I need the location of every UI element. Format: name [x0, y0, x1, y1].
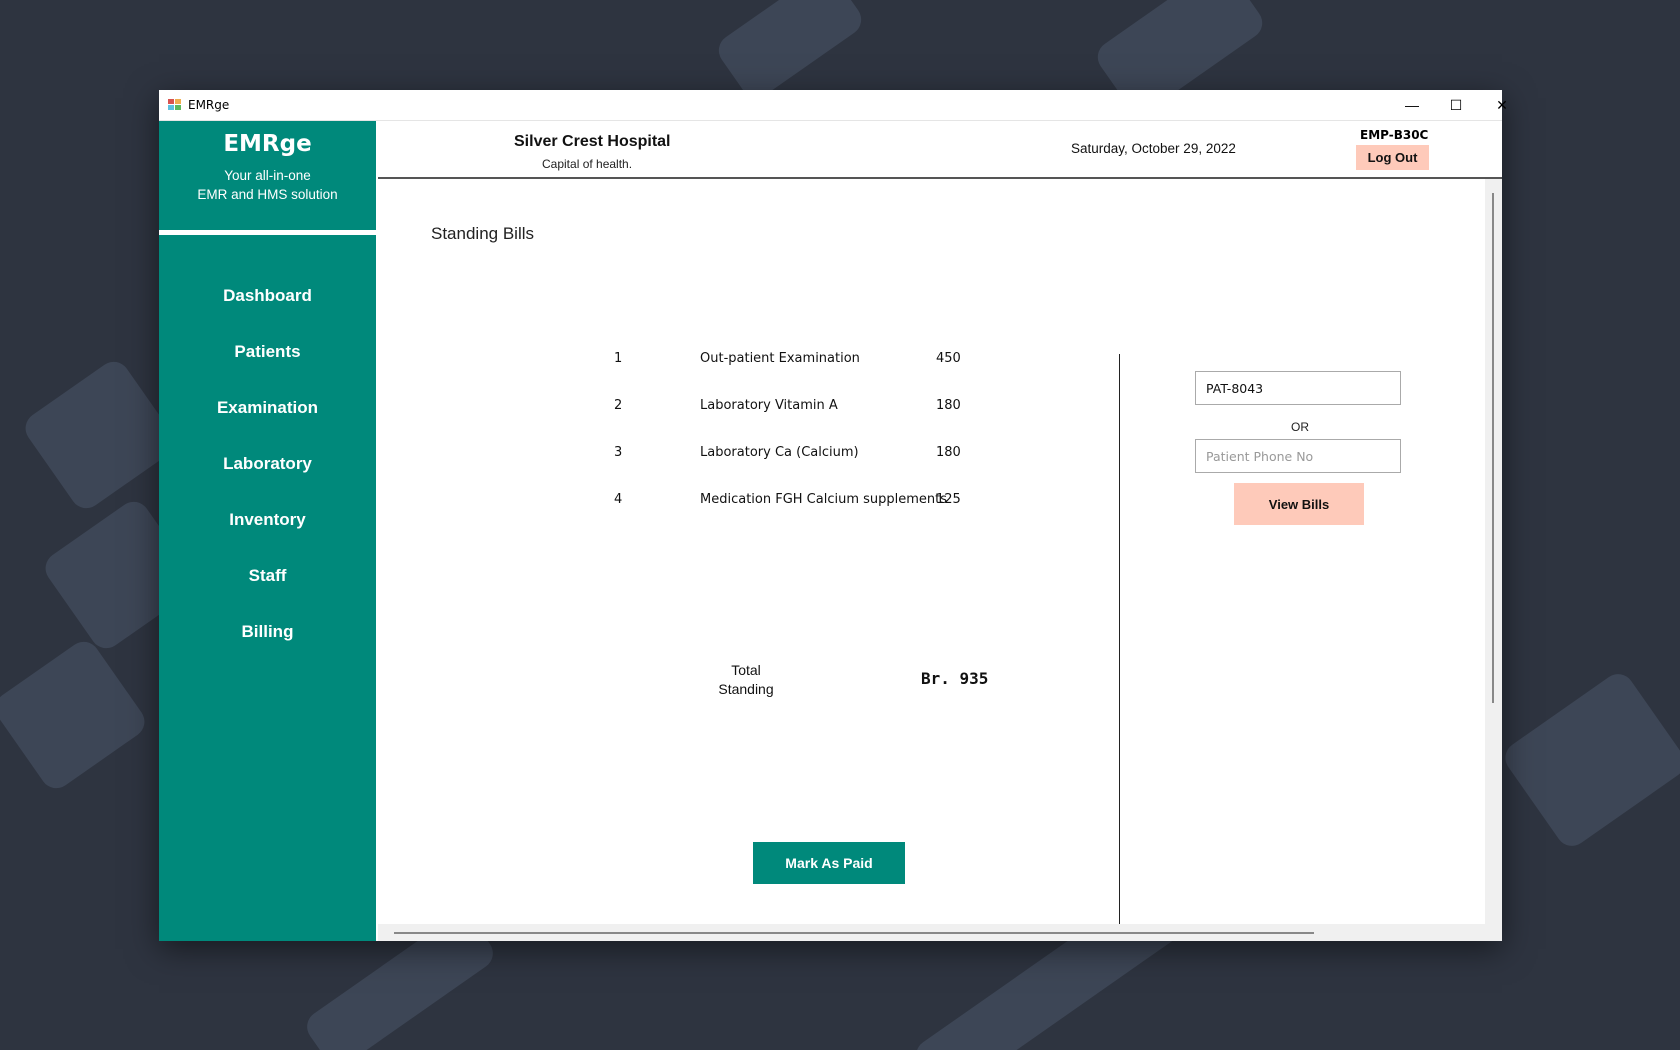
sidebar-item-patients[interactable]: Patients — [159, 324, 376, 380]
window-title: EMRge — [188, 98, 230, 112]
sidebar-item-dashboard[interactable]: Dashboard — [159, 268, 376, 324]
horizontal-scroll-thumb[interactable] — [394, 932, 1314, 934]
sidebar: EMRge Your all-in-one EMR and HMS soluti… — [159, 121, 376, 941]
app-window: EMRge — ☐ ✕ EMRge Your all-in-one EMR an… — [159, 90, 1508, 941]
patient-phone-input[interactable] — [1195, 439, 1401, 473]
logout-button[interactable]: Log Out — [1356, 145, 1429, 170]
header: Silver Crest Hospital Capital of health.… — [378, 121, 1502, 179]
employee-id: EMP-B30C — [1360, 128, 1429, 142]
total-standing-value: Br. 935 — [921, 669, 989, 688]
or-label: OR — [1291, 420, 1309, 434]
wallpaper-key — [712, 0, 868, 104]
vertical-scrollbar[interactable] — [1485, 179, 1502, 924]
bill-description: Laboratory Ca (Calcium) — [700, 445, 859, 460]
sidebar-item-inventory[interactable]: Inventory — [159, 492, 376, 548]
sidebar-divider — [159, 230, 376, 235]
section-title: Standing Bills — [431, 224, 535, 243]
total-standing-label: Total Standing — [706, 661, 786, 699]
sidebar-item-examination[interactable]: Examination — [159, 380, 376, 436]
current-date: Saturday, October 29, 2022 — [1071, 141, 1236, 156]
vertical-scroll-thumb[interactable] — [1492, 193, 1494, 703]
bill-number: 3 — [614, 445, 623, 460]
view-bills-button[interactable]: View Bills — [1234, 483, 1364, 525]
sidebar-item-billing[interactable]: Billing — [159, 604, 376, 660]
bill-number: 1 — [614, 351, 623, 366]
brand-tagline-line2: EMR and HMS solution — [197, 187, 338, 202]
bill-description: Out-patient Examination — [700, 351, 860, 366]
app-logo-icon — [168, 99, 181, 111]
bill-amount: 125 — [936, 492, 961, 507]
close-icon[interactable]: ✕ — [1479, 90, 1525, 120]
wallpaper-key — [1499, 667, 1680, 853]
mark-as-paid-button[interactable]: Mark As Paid — [753, 842, 905, 884]
vertical-divider — [1119, 354, 1120, 926]
bill-number: 2 — [614, 398, 623, 413]
horizontal-scrollbar[interactable] — [378, 924, 1485, 941]
wallpaper-key — [19, 355, 181, 515]
sidebar-nav: Dashboard Patients Examination Laborator… — [159, 268, 376, 660]
wallpaper-key — [0, 635, 151, 795]
patient-id-input[interactable] — [1195, 371, 1401, 405]
brand-tagline-line1: Your all-in-one — [224, 168, 311, 183]
bill-amount: 450 — [936, 351, 961, 366]
bill-description: Medication FGH Calcium supplements — [700, 492, 948, 507]
brand: EMRge Your all-in-one EMR and HMS soluti… — [159, 121, 376, 204]
bill-number: 4 — [614, 492, 623, 507]
brand-name: EMRge — [223, 131, 312, 157]
total-label-line1: Total — [731, 662, 761, 678]
sidebar-item-staff[interactable]: Staff — [159, 548, 376, 604]
billing-panel: Standing Bills 1 Out-patient Examination… — [378, 179, 1485, 926]
total-label-line2: Standing — [718, 681, 774, 697]
brand-tagline: Your all-in-one EMR and HMS solution — [159, 166, 376, 204]
sidebar-item-laboratory[interactable]: Laboratory — [159, 436, 376, 492]
title-bar: EMRge — ☐ ✕ — [159, 90, 1508, 121]
hospital-name: Silver Crest Hospital — [514, 133, 671, 150]
bill-description: Laboratory Vitamin A — [700, 398, 838, 413]
resize-grip-icon[interactable] — [1485, 924, 1502, 941]
minimize-icon[interactable]: — — [1389, 90, 1435, 120]
bill-amount: 180 — [936, 445, 961, 460]
maximize-icon[interactable]: ☐ — [1433, 90, 1479, 120]
bill-amount: 180 — [936, 398, 961, 413]
hospital-tagline: Capital of health. — [542, 157, 633, 171]
